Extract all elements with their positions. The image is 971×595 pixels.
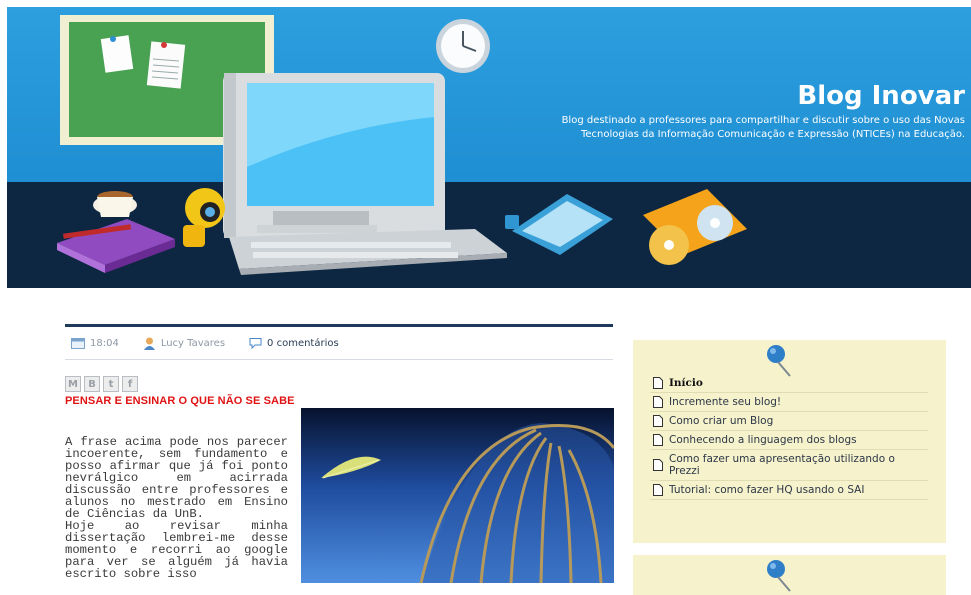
post-time-text: 18:04 [90,337,119,349]
comment-icon [249,338,262,349]
page-link-label: Incremente seu blog! [669,396,782,408]
page-link-label: Tutorial: como fazer HQ usando o SAI [669,484,865,496]
user-icon [143,337,155,350]
page-link-label: Como fazer uma apresentação utilizando o… [669,453,895,477]
calendar-icon [71,338,85,349]
pages-list: Início Incremente seu blog! Como criar u… [650,374,928,500]
blogger-icon[interactable]: B [84,376,100,392]
facebook-icon[interactable]: f [122,376,138,392]
sidebar-second-widget [633,555,946,595]
page-link-label: Conhecendo a linguagem dos blogs [669,434,857,446]
page-link-criar-blog[interactable]: Como criar um Blog [650,412,928,431]
page-link-incremente[interactable]: Incremente seu blog! [650,393,928,412]
post-image-birdcage [301,408,614,583]
post-title[interactable]: PENSAR E ENSINAR O QUE NÃO SE SABE [65,395,295,407]
post-body: A frase acima pode nos parecer incoerent… [65,436,288,580]
page-icon [653,459,663,471]
header-illustration [57,15,747,275]
page-link-label: Início [669,377,703,389]
page-icon [653,377,663,389]
blog-description: Blog destinado a professores para compar… [561,115,965,140]
post-meta-bar: 18:04 Lucy Tavares 0 comentários [65,327,613,360]
page-icon [653,415,663,427]
blog-header: Blog Inovar Blog destinado a professores… [7,7,971,288]
post-comments-count: 0 comentários [267,337,339,349]
post-comments-link[interactable]: 0 comentários [249,337,339,349]
main-content: 18:04 Lucy Tavares 0 comentários M B t f [45,288,971,595]
email-icon[interactable]: M [65,376,81,392]
page-link-prezzi[interactable]: Como fazer uma apresentação utilizando o… [650,450,928,481]
post-author-name: Lucy Tavares [160,337,226,349]
blog-title[interactable]: Blog Inovar [797,81,965,111]
page-link-inicio[interactable]: Início [650,374,928,393]
page-icon [653,434,663,446]
page-link-linguagem[interactable]: Conhecendo a linguagem dos blogs [650,431,928,450]
post-paragraph: A frase acima pode nos parecer incoerent… [65,435,288,521]
post-author[interactable]: Lucy Tavares [143,337,225,350]
twitter-icon[interactable]: t [103,376,119,392]
pushpin-icon [767,560,791,592]
sidebar-pages-widget: Início Incremente seu blog! Como criar u… [633,340,946,543]
page-icon [653,484,663,496]
share-buttons: M B t f [65,376,141,392]
post-paragraph: Hoje ao revisar minha dissertação lembre… [65,519,288,581]
page-link-tutorial-hq[interactable]: Tutorial: como fazer HQ usando o SAI [650,481,928,500]
page-icon [653,396,663,408]
blog-post: 18:04 Lucy Tavares 0 comentários M B t f [65,324,614,583]
post-time: 18:04 [71,337,119,349]
page-link-label: Como criar um Blog [669,415,774,427]
